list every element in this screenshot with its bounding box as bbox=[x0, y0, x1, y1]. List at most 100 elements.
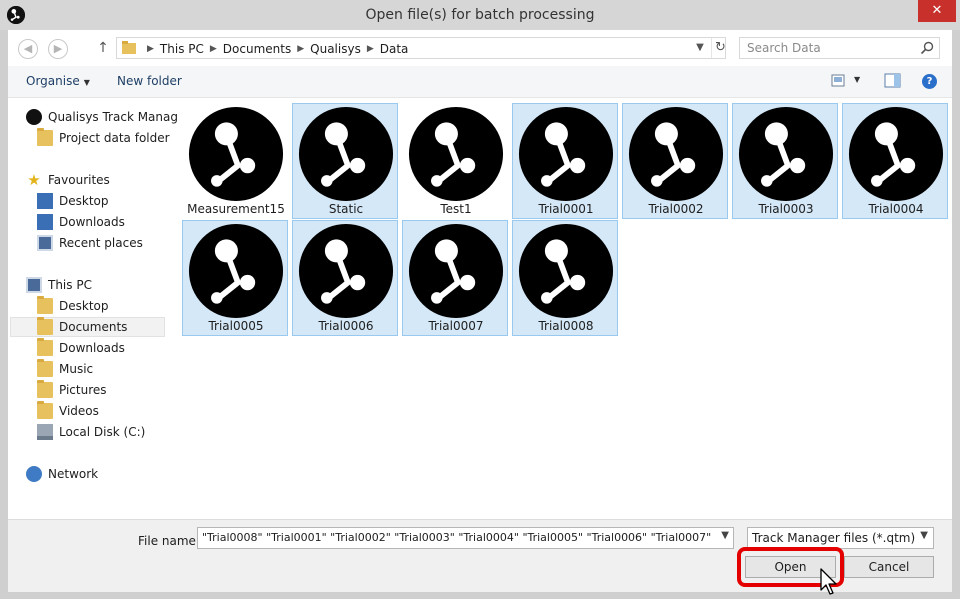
breadcrumb: ▶ This PC ▶ Documents ▶ Qualisys ▶ Data bbox=[141, 41, 408, 57]
folder-icon bbox=[37, 359, 53, 377]
folder-icon bbox=[37, 296, 53, 314]
arrow-right-icon: ▶ bbox=[53, 42, 63, 55]
file-item[interactable]: Trial0003 bbox=[732, 103, 838, 219]
nav-item-label: Qualisys Track Manag bbox=[48, 110, 178, 124]
arrow-up-icon: ↑ bbox=[97, 40, 109, 56]
file-item[interactable]: Trial0008 bbox=[512, 220, 618, 336]
cancel-button[interactable]: Cancel bbox=[844, 556, 934, 578]
folder-icon bbox=[37, 317, 53, 335]
preview-pane-icon[interactable] bbox=[884, 73, 902, 89]
chevron-down-icon[interactable]: ▼ bbox=[854, 75, 860, 84]
file-item[interactable]: Trial0002 bbox=[622, 103, 728, 219]
nav-item-label: Downloads bbox=[59, 215, 125, 229]
navigation-pane: Qualisys Track Manag Project data folder… bbox=[8, 99, 180, 519]
file-item[interactable]: Measurement15 bbox=[182, 103, 288, 219]
search-placeholder: Search Data bbox=[747, 41, 821, 55]
refresh-icon[interactable]: ↻ bbox=[711, 38, 729, 58]
breadcrumb-qualisys[interactable]: Qualisys bbox=[310, 42, 361, 56]
qtm-file-icon bbox=[408, 106, 504, 202]
address-bar[interactable]: ▶ This PC ▶ Documents ▶ Qualisys ▶ Data … bbox=[116, 37, 726, 59]
file-item[interactable]: Trial0005 bbox=[182, 220, 288, 336]
nav-item-pictures[interactable]: Pictures bbox=[37, 380, 195, 400]
nav-item-local-disk[interactable]: Local Disk (C:) bbox=[37, 422, 195, 442]
chevron-right-icon[interactable]: ▶ bbox=[147, 44, 154, 54]
qtm-file-icon bbox=[298, 106, 394, 202]
nav-item-label: Documents bbox=[59, 320, 128, 334]
title-bar[interactable]: Open file(s) for batch processing ✕ bbox=[0, 0, 960, 30]
file-item[interactable]: Trial0007 bbox=[402, 220, 508, 336]
nav-item-qualisys-track-manager[interactable]: Qualisys Track Manag bbox=[26, 107, 184, 127]
qualisys-icon bbox=[26, 109, 42, 125]
file-type-select[interactable]: Track Manager files (*.qtm) ▼ bbox=[747, 527, 934, 549]
chevron-down-icon: ▼ bbox=[83, 78, 90, 87]
file-item[interactable]: Trial0004 bbox=[842, 103, 948, 219]
nav-item-downloads[interactable]: Downloads bbox=[37, 338, 195, 358]
forward-button[interactable]: ▶ bbox=[48, 39, 68, 59]
dialog-client: ◀ ▶ ↑ ▶ This PC ▶ Documents ▶ Qualisys ▶… bbox=[8, 30, 952, 595]
nav-item-label: Local Disk (C:) bbox=[59, 425, 146, 439]
file-name-field[interactable]: "Trial0008" "Trial0001" "Trial0002" "Tri… bbox=[197, 527, 734, 549]
folder-icon bbox=[37, 338, 53, 356]
network-icon bbox=[26, 466, 42, 482]
breadcrumb-this-pc[interactable]: This PC bbox=[160, 42, 204, 56]
nav-item-favourites-desktop[interactable]: Desktop bbox=[37, 191, 195, 211]
help-icon[interactable]: ? bbox=[922, 74, 937, 89]
nav-item-project-data-folder[interactable]: Project data folder bbox=[37, 128, 195, 148]
close-icon: ✕ bbox=[931, 3, 943, 18]
chevron-right-icon[interactable]: ▶ bbox=[297, 44, 304, 54]
folder-icon bbox=[37, 128, 53, 146]
nav-item-this-pc[interactable]: This PC bbox=[26, 275, 184, 295]
qtm-file-icon bbox=[628, 106, 724, 202]
file-list: Measurement15 Static Test1 Trial0001 Tri… bbox=[180, 99, 952, 519]
nav-item-label: Recent places bbox=[59, 236, 143, 250]
search-box[interactable]: Search Data bbox=[739, 37, 940, 59]
nav-item-favourites[interactable]: ★ Favourites bbox=[26, 170, 184, 190]
file-name: Trial0006 bbox=[318, 319, 374, 333]
file-name: Measurement15 bbox=[187, 202, 285, 216]
file-name: Trial0007 bbox=[428, 319, 484, 333]
nav-item-videos[interactable]: Videos bbox=[37, 401, 195, 421]
qtm-file-icon bbox=[298, 223, 394, 319]
star-icon: ★ bbox=[27, 171, 41, 189]
file-item[interactable]: Static bbox=[292, 103, 398, 219]
file-name: Trial0005 bbox=[208, 319, 264, 333]
chevron-down-icon[interactable]: ▼ bbox=[721, 530, 729, 541]
nav-item-documents[interactable]: Documents bbox=[10, 317, 165, 337]
close-button[interactable]: ✕ bbox=[918, 0, 956, 22]
breadcrumb-data[interactable]: Data bbox=[380, 42, 409, 56]
new-folder-button[interactable]: New folder bbox=[117, 74, 182, 88]
address-row: ◀ ▶ ↑ ▶ This PC ▶ Documents ▶ Qualisys ▶… bbox=[8, 30, 952, 66]
organise-button[interactable]: Organise ▼ bbox=[26, 74, 90, 88]
nav-item-music[interactable]: Music bbox=[37, 359, 195, 379]
chevron-right-icon[interactable]: ▶ bbox=[210, 44, 217, 54]
qtm-file-icon bbox=[518, 106, 614, 202]
file-item[interactable]: Test1 bbox=[402, 103, 508, 219]
breadcrumb-documents[interactable]: Documents bbox=[223, 42, 291, 56]
file-name-value: "Trial0008" "Trial0001" "Trial0002" "Tri… bbox=[202, 531, 712, 544]
computer-icon bbox=[26, 277, 42, 293]
up-button[interactable]: ↑ bbox=[96, 39, 110, 57]
folder-icon bbox=[122, 41, 136, 54]
dialog-window: Open file(s) for batch processing ✕ ◀ ▶ … bbox=[0, 0, 960, 599]
file-item[interactable]: Trial0006 bbox=[292, 220, 398, 336]
nav-item-network[interactable]: Network bbox=[26, 464, 184, 484]
chevron-down-icon[interactable]: ▼ bbox=[693, 40, 707, 56]
organise-label: Organise bbox=[26, 74, 80, 88]
qtm-file-icon bbox=[848, 106, 944, 202]
command-toolbar: Organise ▼ New folder ▼ ? bbox=[8, 66, 952, 98]
nav-item-desktop[interactable]: Desktop bbox=[37, 296, 195, 316]
nav-item-label: Pictures bbox=[59, 383, 107, 397]
file-name: Static bbox=[328, 202, 364, 216]
file-name: Trial0002 bbox=[648, 202, 704, 216]
dialog-footer: File name: "Trial0008" "Trial0001" "Tria… bbox=[8, 519, 952, 595]
back-button[interactable]: ◀ bbox=[18, 39, 38, 59]
search-icon[interactable] bbox=[920, 41, 934, 55]
file-item[interactable]: Trial0001 bbox=[512, 103, 618, 219]
nav-item-label: Favourites bbox=[48, 173, 110, 187]
nav-item-favourites-downloads[interactable]: Downloads bbox=[37, 212, 195, 232]
view-options-icon[interactable] bbox=[831, 73, 849, 89]
nav-item-recent-places[interactable]: Recent places bbox=[37, 233, 195, 253]
nav-item-label: This PC bbox=[48, 278, 92, 292]
window-title: Open file(s) for batch processing bbox=[365, 7, 595, 23]
chevron-right-icon[interactable]: ▶ bbox=[367, 44, 374, 54]
